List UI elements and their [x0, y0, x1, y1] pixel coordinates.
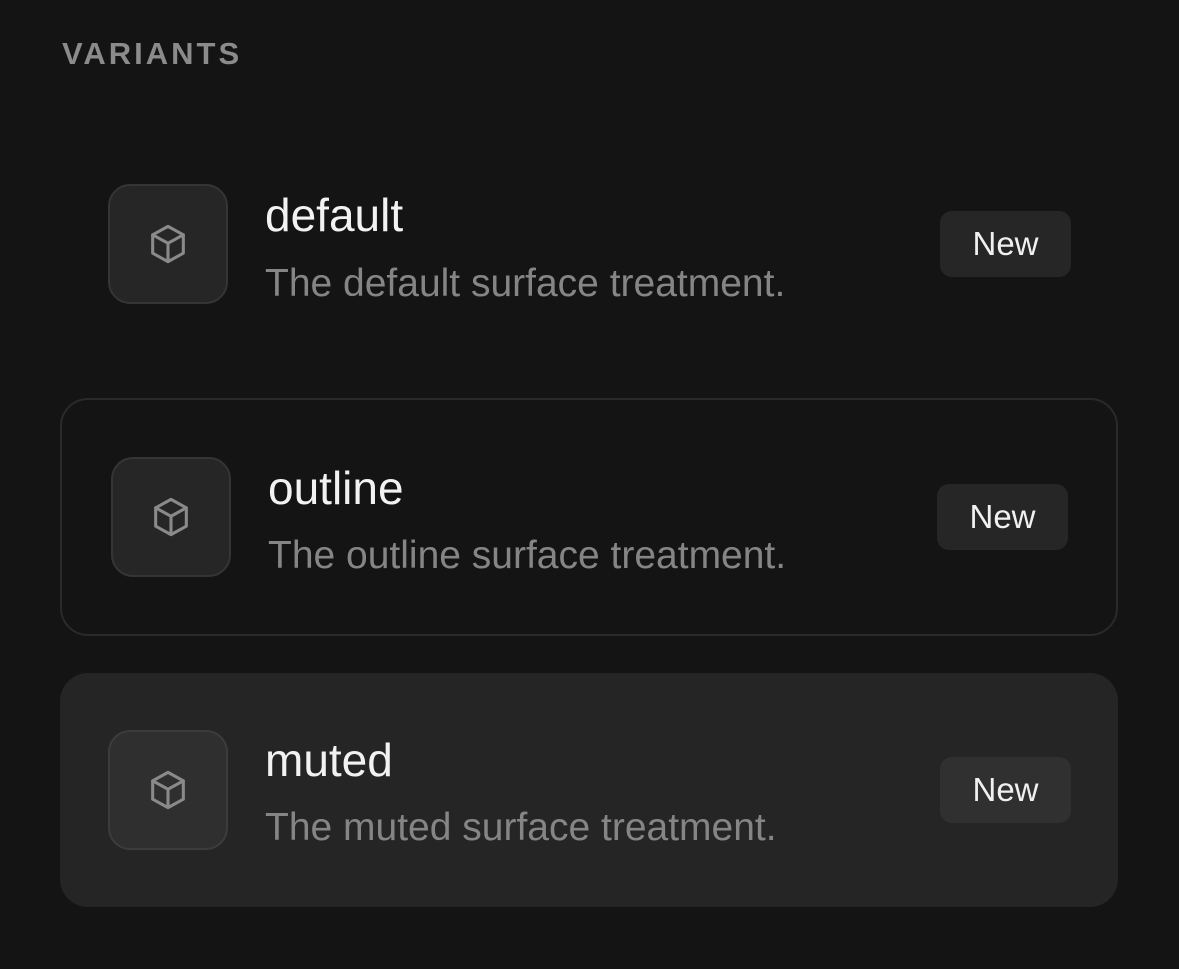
- variant-title: outline: [268, 462, 404, 514]
- section-title: VARIANTS: [62, 36, 243, 71]
- new-badge: New: [937, 484, 1068, 550]
- variant-item-muted[interactable]: muted The muted surface treatment. New: [60, 673, 1118, 907]
- variant-icon-container: [111, 457, 231, 577]
- variant-title: muted: [265, 734, 393, 786]
- variant-item-default[interactable]: default The default surface treatment. N…: [60, 138, 1118, 350]
- box-icon: [151, 770, 185, 810]
- new-badge: New: [940, 211, 1071, 277]
- variant-item-outline[interactable]: outline The outline surface treatment. N…: [60, 398, 1118, 636]
- variant-description: The muted surface treatment.: [265, 806, 777, 849]
- variant-icon-container: [108, 184, 228, 304]
- variant-icon-container: [108, 730, 228, 850]
- variant-description: The outline surface treatment.: [268, 534, 787, 577]
- variant-description: The default surface treatment.: [265, 262, 786, 305]
- variant-title: default: [265, 189, 404, 241]
- box-icon: [154, 497, 188, 537]
- box-icon: [151, 224, 185, 264]
- new-badge: New: [940, 757, 1071, 823]
- variants-panel: VARIANTS default The default surface tre…: [0, 0, 1179, 969]
